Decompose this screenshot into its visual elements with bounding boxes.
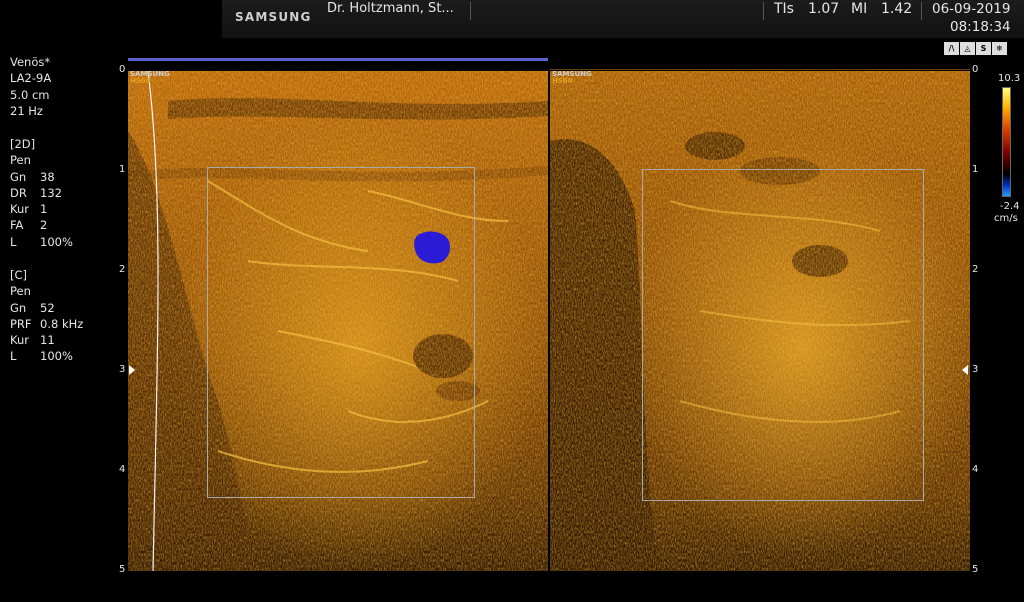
color-scale-min: -2.4 [1000, 201, 1020, 212]
physician-name: Dr. Holtzmann, St... [327, 1, 454, 16]
freeze-icon: ❄ [992, 42, 1007, 55]
header-separator [921, 2, 922, 20]
header-separator [470, 2, 471, 20]
param-row: L 100% [10, 349, 73, 364]
depth-tick-label: 5 [119, 564, 126, 575]
color-scale-max: 10.3 [998, 73, 1021, 84]
image-top-edge [550, 69, 970, 70]
scan-indicator-line [128, 58, 548, 61]
scan-icon: ◬ [960, 42, 975, 55]
param-row: Gn 52 [10, 300, 55, 315]
probe-icon: /\ [944, 42, 959, 55]
color-roi-box[interactable] [207, 167, 475, 498]
mode-c-setting: Pen [10, 284, 31, 299]
focus-marker[interactable] [962, 365, 968, 375]
depth-tick-label: 3 [972, 364, 979, 375]
depth-tick-label: 1 [972, 164, 979, 175]
param-row: Gn 38 [10, 169, 55, 184]
depth-tick-label: 0 [972, 64, 979, 75]
depth-tick-label: 0 [119, 64, 126, 75]
param-row: Kur 11 [10, 333, 55, 348]
exam-date: 06-09-2019 [932, 1, 1011, 17]
mode-2d-panel: [2D] Pen Gn 38 DR 132 Kur 1 FA 2 L 100% [10, 136, 73, 250]
mi-label: MI [851, 1, 868, 17]
preset-name: Venös* [10, 55, 51, 69]
tis-label: TIs [774, 1, 794, 17]
depth-tick-label: 1 [119, 164, 126, 175]
depth-tick-label: 5 [972, 564, 979, 575]
depth-tick-label: 4 [972, 464, 979, 475]
param-row: FA 2 [10, 218, 48, 233]
depth-tick-label: 2 [119, 264, 126, 275]
status-icons: /\ ◬ S ❄ [944, 42, 1008, 56]
color-scale-unit: cm/s [994, 213, 1018, 224]
mode-c-title: [C] [10, 268, 28, 282]
frame-rate: 21 Hz [10, 103, 43, 118]
param-row: Kur 1 [10, 202, 48, 217]
depth-value: 5.0 cm [10, 87, 50, 102]
watermark: SAMSUNG HS60 [552, 71, 592, 85]
watermark: SAMSUNG HS60 [130, 71, 170, 85]
exam-time: 08:18:34 [950, 19, 1011, 35]
tis-value: 1.07 [808, 1, 840, 17]
color-roi-box[interactable] [642, 169, 924, 501]
mi-value: 1.42 [881, 1, 913, 17]
param-row: L 100% [10, 234, 73, 249]
focus-marker[interactable] [129, 365, 135, 375]
harmonic-icon: S [976, 42, 991, 55]
depth-tick-label: 2 [972, 264, 979, 275]
preset-panel: Venös* LA2-9A 5.0 cm 21 Hz [10, 54, 51, 119]
probe-name: LA2-9A [10, 71, 52, 86]
ultrasound-image-right[interactable]: SAMSUNG HS60 [550, 71, 970, 571]
mode-2d-setting: Pen [10, 153, 31, 168]
header-separator [763, 2, 764, 20]
depth-tick-label: 3 [119, 364, 126, 375]
param-row: PRF 0.8 kHz [10, 316, 84, 331]
ultrasound-image-left[interactable]: SAMSUNG HS60 [128, 71, 548, 571]
mode-2d-title: [2D] [10, 137, 36, 151]
depth-tick-label: 4 [119, 464, 126, 475]
param-row: DR 132 [10, 185, 62, 200]
brand-logo: SAMSUNG [235, 10, 312, 24]
color-velocity-bar [1002, 87, 1011, 197]
mode-c-panel: [C] Pen Gn 52 PRF 0.8 kHz Kur 11 L 100% [10, 267, 83, 365]
